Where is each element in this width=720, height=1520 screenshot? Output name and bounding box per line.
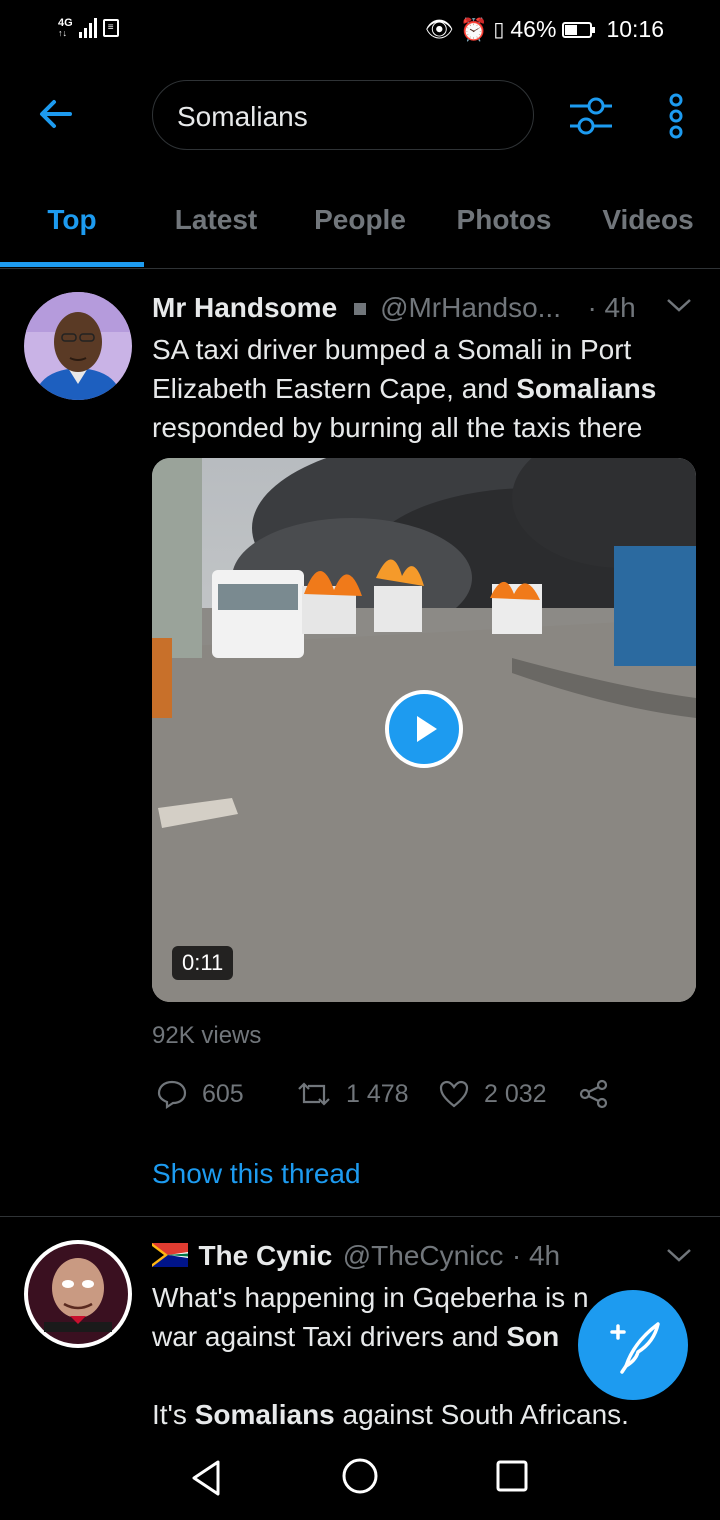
play-button[interactable]	[385, 690, 463, 768]
status-bar: 4G ↑↓ ≡ 👁 ⏰ ▯ 46% 10:16	[0, 0, 720, 62]
eye-comfort-icon: 👁	[424, 16, 454, 42]
author-name[interactable]: The Cynic	[198, 1240, 332, 1271]
author-handle[interactable]: @TheCynicc	[343, 1240, 504, 1271]
nav-home-button[interactable]	[340, 1456, 380, 1501]
battery-icon	[562, 21, 596, 38]
alarm-icon: ⏰	[459, 16, 488, 42]
search-query: Somalians	[177, 101, 308, 132]
search-input[interactable]: Somalians	[152, 80, 534, 150]
status-right: 👁 ⏰ ▯ 46% 10:16	[425, 16, 664, 43]
verified-square-icon	[353, 303, 366, 315]
avatar-image	[28, 1244, 128, 1344]
back-arrow-icon	[40, 100, 72, 128]
tweet-line: Elizabeth Eastern Cape, and Somalians	[152, 369, 712, 408]
more-vertical-icon	[669, 93, 683, 139]
tweet-header: Mr Handsome @MrHandso... · 4h	[152, 292, 700, 328]
reply-count: 605	[202, 1079, 244, 1108]
tweet-time: · 4h	[511, 1240, 561, 1271]
tweet-header: The Cynic @TheCynicc · 4h	[152, 1240, 692, 1276]
chevron-down-icon	[667, 1249, 691, 1262]
video-duration: 0:11	[172, 946, 234, 980]
tweet-line: It's Somalians against South Africans.	[152, 1395, 712, 1434]
like-count: 2 032	[484, 1079, 547, 1108]
author-handle[interactable]: @MrHandso...	[380, 292, 561, 323]
nav-recents-icon	[496, 1460, 528, 1492]
like-icon	[439, 1080, 469, 1108]
nav-home-icon	[342, 1458, 378, 1494]
south-africa-flag-icon	[152, 1243, 188, 1267]
network-indicator: 4G ↑↓	[58, 17, 73, 39]
search-filter-button[interactable]	[568, 94, 614, 138]
tweet-line: SA taxi driver bumped a Somali in Port	[152, 334, 632, 365]
search-highlight: Son	[506, 1321, 560, 1352]
vibrate-icon: ▯	[493, 19, 505, 41]
tab-top[interactable]: Top	[0, 204, 144, 236]
tweet-line: responded by burning all the taxis there	[152, 412, 643, 443]
tweet-text-part: Elizabeth Eastern Cape, and	[152, 373, 517, 404]
tweet-text: SA taxi driver bumped a Somali in Port E…	[152, 330, 712, 447]
nav-back-button[interactable]	[188, 1458, 224, 1503]
retweet-icon	[298, 1082, 330, 1106]
author-name[interactable]: Mr Handsome	[152, 292, 337, 323]
like-button[interactable]: 2 032	[438, 1078, 547, 1110]
tweet-text-part: against South Africans.	[334, 1399, 629, 1430]
tweet-text-part: war against Taxi drivers and	[152, 1321, 507, 1352]
avatar[interactable]	[24, 292, 132, 400]
tweet-divider	[0, 1216, 720, 1217]
filter-icon	[570, 97, 612, 135]
share-button[interactable]	[578, 1078, 610, 1110]
signal-icon	[78, 18, 97, 38]
battery-percent: 46%	[510, 16, 557, 42]
tweet-menu-button[interactable]	[666, 1246, 692, 1269]
battery-fill	[565, 24, 578, 35]
system-nav-bar	[0, 1432, 720, 1520]
tweet-text-part: It's	[152, 1399, 195, 1430]
tweet-time: · 4h	[587, 292, 636, 323]
tab-latest[interactable]: Latest	[144, 204, 288, 236]
tab-photos[interactable]: Photos	[432, 204, 576, 236]
retweet-count: 1 478	[346, 1079, 409, 1108]
play-icon	[417, 716, 437, 742]
status-left: 4G ↑↓ ≡	[58, 18, 119, 38]
tab-people[interactable]: People	[288, 204, 432, 236]
clock: 10:16	[606, 16, 664, 42]
active-tab-indicator	[0, 262, 144, 267]
view-count: 92K views	[152, 1022, 262, 1049]
nav-back-icon	[192, 1460, 220, 1496]
tweet-actions: 605 1 478 2 032	[152, 1078, 622, 1114]
share-icon	[579, 1079, 608, 1109]
retweet-button[interactable]: 1 478	[296, 1078, 409, 1110]
back-button[interactable]	[34, 92, 78, 136]
show-thread-link[interactable]: Show this thread	[152, 1158, 361, 1190]
reply-icon	[157, 1080, 187, 1110]
search-highlight: Somalians	[516, 373, 657, 404]
compose-icon	[610, 1322, 660, 1374]
chevron-down-icon	[667, 299, 691, 312]
tab-videos[interactable]: Videos	[576, 204, 720, 236]
reply-button[interactable]: 605	[156, 1078, 244, 1110]
search-highlight: Somalians	[194, 1399, 335, 1430]
avatar[interactable]	[24, 1240, 132, 1348]
nav-recents-button[interactable]	[494, 1458, 530, 1499]
search-tabs: Top Latest People Photos Videos	[0, 190, 720, 269]
avatar-image	[24, 292, 132, 400]
compose-tweet-button[interactable]	[578, 1290, 688, 1400]
network-type: 4G	[58, 17, 73, 29]
sim-icon: ≡	[102, 19, 119, 37]
data-arrows-icon: ↑↓	[58, 28, 67, 38]
tweet-menu-button[interactable]	[666, 296, 692, 319]
more-options-button[interactable]	[664, 92, 688, 140]
